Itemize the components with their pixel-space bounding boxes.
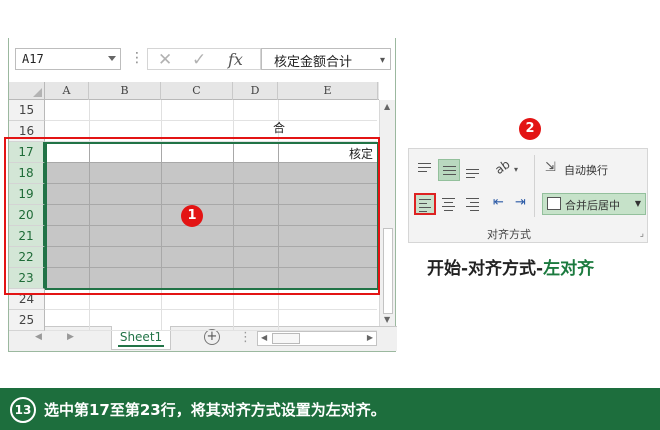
wrap-text-label: 自动换行 — [564, 164, 608, 177]
orientation-icon: ab — [492, 156, 513, 178]
expand-formula-icon[interactable]: ▾ — [380, 55, 385, 66]
step-footer: 13 选中第17至第23行，将其对齐方式设置为左对齐。 — [0, 388, 660, 430]
decrease-indent-button[interactable]: ⇤ — [491, 193, 513, 215]
scroll-right-icon[interactable]: ▶ — [367, 333, 373, 342]
scroll-down-icon[interactable]: ▼ — [384, 315, 390, 324]
col-header-c[interactable]: C — [161, 82, 233, 100]
column-headers: A B C D E — [45, 82, 379, 100]
scroll-left-icon[interactable]: ◀ — [261, 333, 267, 342]
increase-indent-icon: ⇥ — [515, 195, 526, 210]
wrap-text-button[interactable]: ⇲ 自动换行 — [542, 159, 646, 181]
dialog-launcher-icon[interactable]: ⌟ — [640, 229, 644, 239]
orientation-button[interactable]: ab ▾ — [492, 156, 523, 181]
middle-align-button[interactable] — [438, 159, 460, 181]
caption-path: 开始-对齐方式- — [427, 259, 544, 279]
wrap-text-icon: ⇲ — [545, 160, 556, 175]
col-header-e[interactable]: E — [278, 82, 378, 100]
prev-sheet-icon[interactable]: ◀ — [35, 332, 42, 342]
insert-function-icon[interactable]: fx — [228, 50, 243, 69]
row-header-25[interactable]: 25 — [9, 310, 45, 331]
scroll-thumb[interactable] — [383, 228, 393, 314]
chevron-down-icon[interactable]: ▼ — [635, 199, 641, 208]
add-sheet-icon[interactable]: + — [204, 329, 220, 345]
instruction-caption: 开始-对齐方式-左对齐 — [427, 254, 594, 279]
more-options-icon: ⋮ — [130, 50, 144, 66]
alignment-group-label: 对齐方式 — [487, 228, 531, 241]
step-marker-2: 2 — [519, 118, 541, 140]
next-sheet-icon[interactable]: ▶ — [67, 332, 74, 342]
name-box[interactable]: A17 — [15, 48, 121, 70]
col-header-d[interactable]: D — [233, 82, 278, 100]
align-right-button[interactable] — [462, 193, 484, 215]
step-description: 选中第17至第23行，将其对齐方式设置为左对齐。 — [44, 401, 386, 419]
row-header-15[interactable]: 15 — [9, 100, 45, 121]
step-marker-1: 1 — [181, 205, 203, 227]
scroll-up-icon[interactable]: ▲ — [384, 102, 390, 111]
align-left-button[interactable] — [414, 193, 436, 215]
name-box-value: A17 — [22, 52, 44, 66]
merge-center-label: 合并后居中 — [565, 199, 620, 212]
bottom-align-button[interactable] — [462, 159, 484, 181]
vertical-scrollbar[interactable]: ▲ ▼ — [379, 100, 395, 326]
increase-indent-button[interactable]: ⇥ — [513, 193, 535, 215]
sheet-row[interactable] — [45, 100, 377, 121]
sheet-row[interactable] — [45, 310, 377, 331]
top-align-button[interactable] — [414, 159, 436, 181]
scroll-thumb[interactable] — [272, 333, 300, 344]
more-options-icon: ⋮ — [239, 330, 252, 345]
step-number: 13 — [10, 397, 36, 423]
select-all-corner[interactable] — [9, 82, 45, 100]
formula-input[interactable]: 核定金额合计 ▾ — [261, 48, 391, 70]
chevron-down-icon: ▾ — [514, 165, 519, 174]
chevron-down-icon[interactable] — [108, 56, 116, 61]
decrease-indent-icon: ⇤ — [493, 195, 504, 210]
cell-text: 合 — [273, 121, 286, 135]
ribbon-alignment-group: ab ▾ ⇲ 自动换行 ⇤ ⇥ 合并后居中 ▼ 对齐方式 ⌟ — [408, 148, 648, 243]
caption-highlight: 左对齐 — [543, 259, 595, 279]
align-center-button[interactable] — [438, 193, 460, 215]
horizontal-scrollbar[interactable]: ◀ ▶ — [257, 331, 377, 346]
merge-center-button[interactable]: 合并后居中 ▼ — [542, 193, 646, 215]
col-header-a[interactable]: A — [45, 82, 89, 100]
col-header-b[interactable]: B — [89, 82, 161, 100]
formula-bar: A17 ⋮ ✕ ✓ fx 核定金额合计 ▾ — [9, 44, 397, 74]
merge-center-icon — [547, 197, 561, 210]
formula-buttons: ✕ ✓ fx — [147, 48, 261, 70]
enter-icon[interactable]: ✓ — [192, 50, 206, 70]
formula-value: 核定金额合计 — [274, 55, 353, 70]
cancel-icon[interactable]: ✕ — [158, 50, 172, 70]
